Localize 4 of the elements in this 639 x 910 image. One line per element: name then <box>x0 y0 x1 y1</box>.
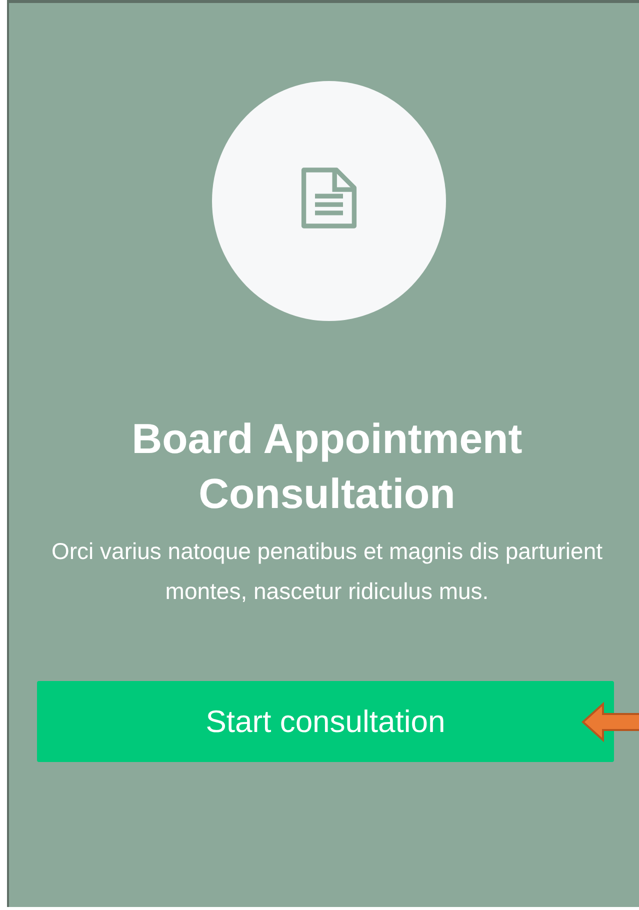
document-icon <box>301 167 357 229</box>
card-description: Orci varius natoque penatibus et magnis dis parturient montes, nascetur ridiculus mus. <box>50 537 604 606</box>
start-consultation-button[interactable]: Start consultation <box>37 681 614 762</box>
card-title: Board Appointment Consultation <box>130 414 524 519</box>
